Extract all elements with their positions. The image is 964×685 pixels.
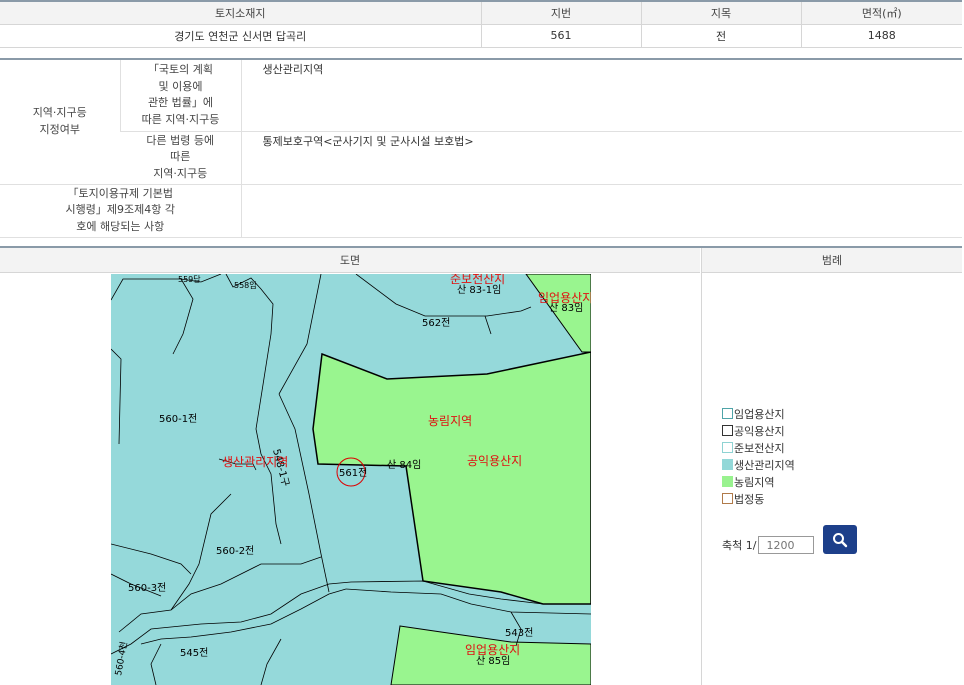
lot-560-3: 560-3전 (128, 582, 166, 594)
zoning-sub1-label: 「국토의 계획 및 이용에 관한 법률」에 따른 지역·지구등 (119, 59, 241, 132)
lot-543: 543전 (505, 627, 533, 639)
legend-label: 준보전산지 (734, 441, 785, 455)
scale-label: 축척 1/ (722, 539, 757, 552)
lot-560-2: 560-2전 (216, 545, 254, 557)
lot-561: 561전 (339, 467, 367, 479)
legend-item: 준보전산지 (722, 439, 795, 456)
scale-control: 축척 1/ (722, 536, 815, 554)
legend-item: 생산관리지역 (722, 456, 795, 473)
zoning-sub2-value: 통제보호구역<군사기지 및 군사시설 보호법> (240, 131, 962, 185)
cadastral-map[interactable]: 559답 558임 산 83-1임 산 83임 562전 560-1전 561전… (111, 274, 591, 685)
map-svg: 559답 558임 산 83-1임 산 83임 562전 560-1전 561전… (111, 274, 591, 685)
legend-swatch (722, 442, 733, 453)
lot-560-1: 560-1전 (159, 413, 197, 425)
legend-label: 법정동 (734, 492, 765, 506)
legend-label: 공익용산지 (734, 424, 785, 438)
legend: 임업용산지 공익용산지 준보전산지 생산관리지역 농림지역 법정동 (722, 405, 795, 507)
legend-swatch (722, 459, 733, 470)
scale-input[interactable] (758, 536, 815, 554)
lot-545: 545전 (180, 647, 208, 659)
legend-header: 범례 (701, 248, 962, 273)
zoning-main-label: 지역·지구등 지정여부 (0, 59, 120, 185)
header-location: 토지소재지 (0, 1, 481, 25)
zone-conserve-forest-label: 준보전산지 (450, 274, 505, 286)
cell-land-category: 전 (640, 24, 801, 48)
zone-public-forest-label: 공익용산지 (467, 454, 522, 468)
map-header: 도면 (0, 248, 700, 273)
legend-swatch (722, 408, 733, 419)
zone-agri-forest-label: 농림지역 (428, 414, 472, 428)
header-lot-number: 지번 (480, 1, 641, 25)
zoning-sub2-label: 다른 법령 등에 따른 지역·지구등 (120, 131, 241, 185)
legend-label: 임업용산지 (734, 407, 785, 421)
lot-559: 559답 (178, 274, 201, 284)
lot-84: 산 84임 (387, 458, 421, 471)
legend-swatch (722, 425, 733, 436)
cell-lot-number: 561 (480, 24, 641, 48)
search-button[interactable] (823, 525, 857, 554)
header-land-category: 지목 (640, 1, 801, 25)
zoning-row3-value (240, 184, 962, 238)
legend-label: 농림지역 (734, 475, 775, 489)
cell-location: 경기도 연천군 신서면 답곡리 (0, 24, 481, 48)
parcel-table: 토지소재지 지번 지목 면적(㎡) 경기도 연천군 신서면 답곡리 561 전 … (0, 0, 962, 48)
zoning-table: 지역·지구등 지정여부 「국토의 계획 및 이용에 관한 법률」에 따른 지역·… (0, 58, 962, 238)
zoning-row3-label: 「토지이용규제 기본법 시행령」제9조제4항 각 호에 해당되는 사항 (0, 184, 241, 238)
lot-562: 562전 (422, 317, 450, 329)
header-area: 면적(㎡) (800, 1, 962, 25)
zone-forestry-top-label: 임업용산지 (538, 291, 591, 305)
legend-item: 법정동 (722, 490, 795, 507)
legend-swatch (722, 476, 733, 487)
legend-item: 임업용산지 (722, 405, 795, 422)
zone-forestry-bottom-label: 임업용산지 (465, 643, 520, 657)
legend-swatch (722, 493, 733, 504)
lot-558: 558임 (234, 281, 257, 290)
zone-prod-mgmt-label: 생산관리지역 (222, 455, 288, 469)
legend-item: 공익용산지 (722, 422, 795, 439)
zoning-sub1-value: 생산관리지역 (240, 59, 962, 132)
legend-item: 농림지역 (722, 473, 795, 490)
search-icon (833, 532, 848, 547)
cell-area: 1488 (800, 24, 962, 48)
map-section: 도면 범례 559답 558임 산 83-1임 산 83임 562전 560-1… (0, 246, 962, 685)
legend-label: 생산관리지역 (734, 458, 795, 472)
section-divider (701, 273, 702, 685)
